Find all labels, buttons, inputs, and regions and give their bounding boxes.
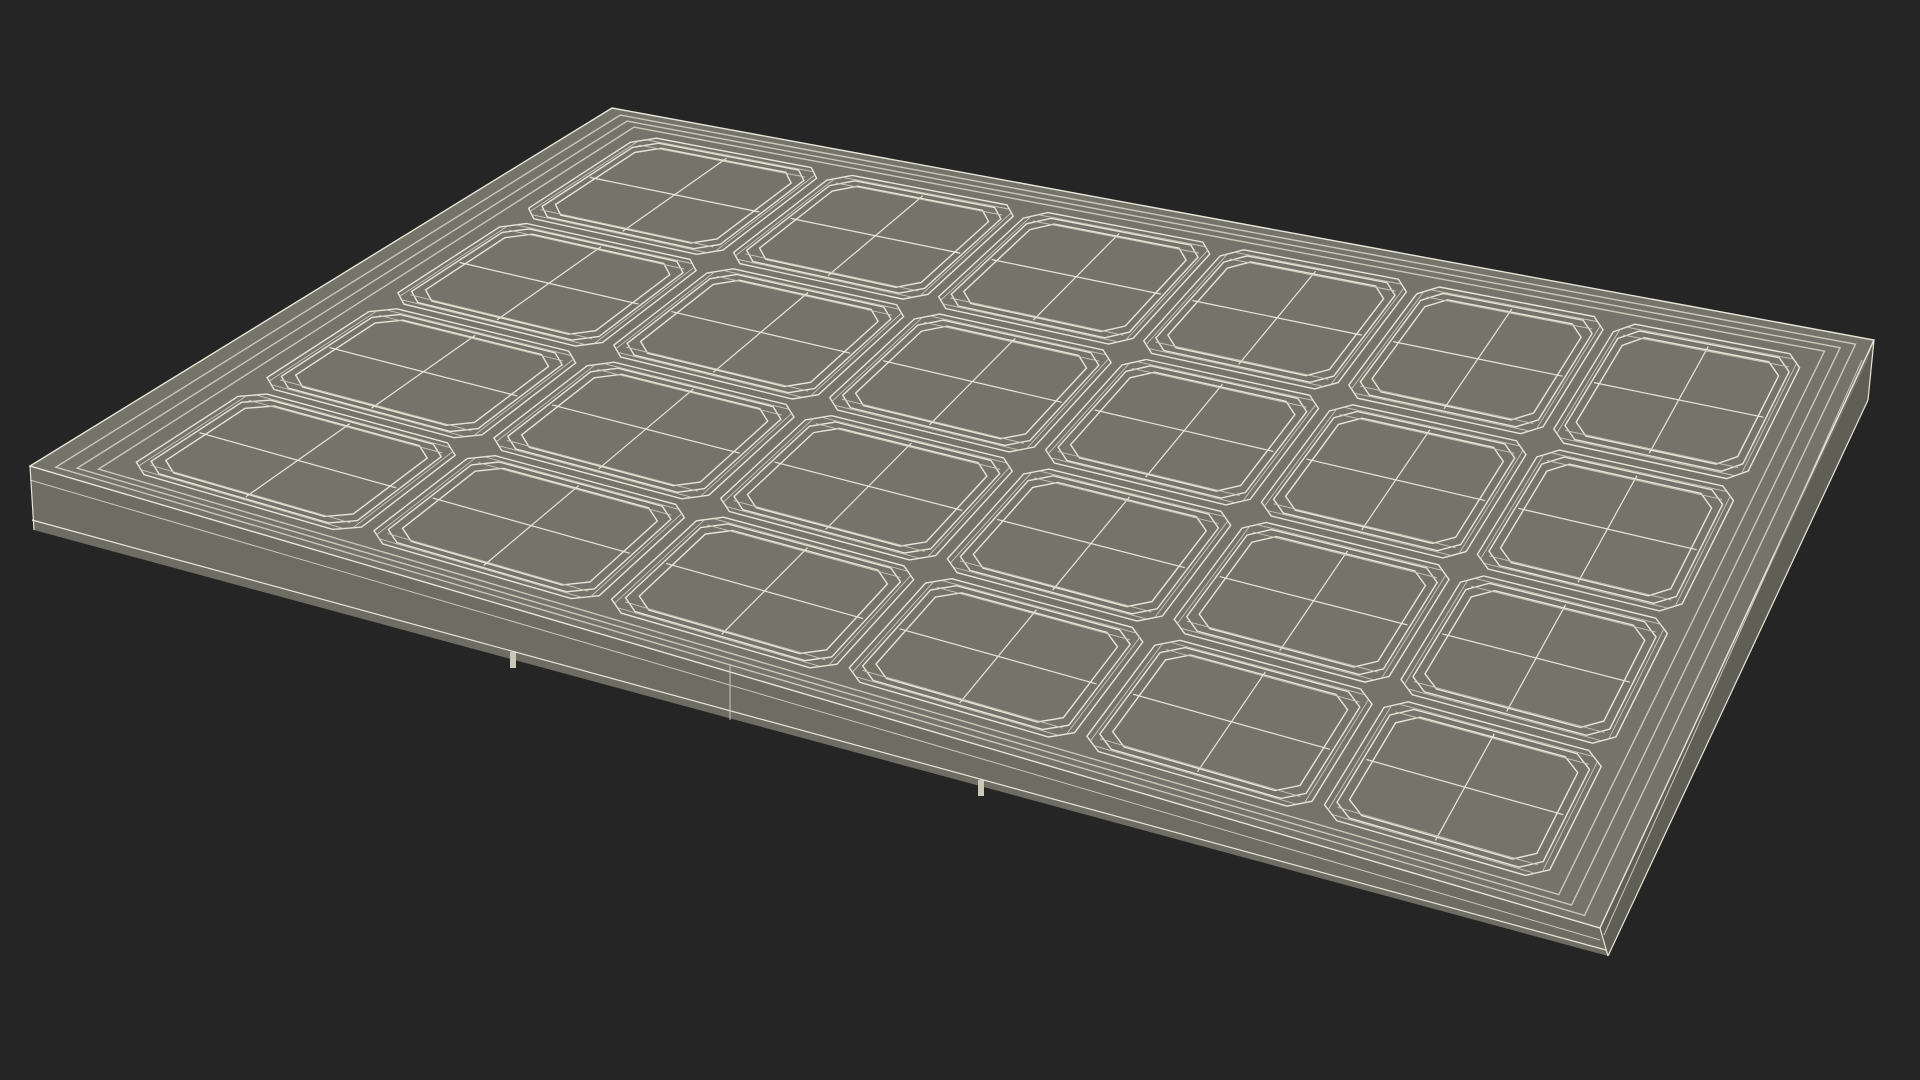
render-viewport bbox=[0, 0, 1920, 1080]
support-leg-left bbox=[510, 652, 516, 668]
wireframe-render bbox=[28, 107, 1876, 957]
support-leg-right bbox=[978, 780, 984, 796]
